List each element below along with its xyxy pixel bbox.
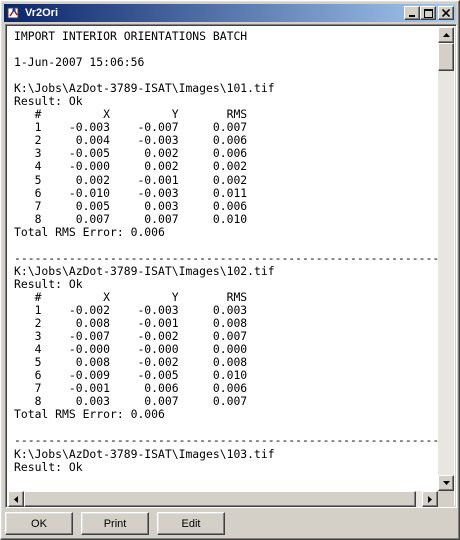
minimize-button[interactable] [404,6,420,20]
window-title: Vr2Ori [25,7,59,19]
vertical-scroll-thumb[interactable] [438,43,454,71]
report-line: Total RMS Error: 0.006 [14,224,165,239]
report-line: Total RMS Error: 0.006 [14,407,165,422]
horizontal-scrollbar[interactable] [8,491,438,507]
report-line: ----------------------------------------… [14,433,438,448]
report-line: 8 0.007 0.007 0.010 [14,211,248,226]
report-line: 1-Jun-2007 15:06:56 [14,55,145,70]
arrow-left-icon [14,495,18,503]
report-text: IMPORT INTERIOR ORIENTATIONS BATCH 1-Jun… [8,27,438,474]
minimize-icon [409,15,415,17]
ok-button[interactable]: OK [5,512,73,535]
report-line: K:\Jobs\AzDot-3789-ISAT\Images\102.tif [14,263,275,278]
arrow-down-icon [442,481,450,485]
close-icon [442,9,450,17]
report-panel: IMPORT INTERIOR ORIENTATIONS BATCH 1-Jun… [5,24,457,508]
vertical-scrollbar[interactable] [438,27,454,491]
edit-button[interactable]: Edit [157,512,225,535]
report-line: IMPORT INTERIOR ORIENTATIONS BATCH [14,29,248,43]
title-bar[interactable]: Vr2Ori [4,4,456,22]
maximize-icon [423,8,433,18]
print-button[interactable]: Print [81,512,149,535]
scroll-left-button[interactable] [8,491,24,507]
report-line [14,239,438,252]
maximize-button[interactable] [420,6,436,20]
report-text-area[interactable]: IMPORT INTERIOR ORIENTATIONS BATCH 1-Jun… [8,27,438,491]
arrow-up-icon [442,33,450,37]
report-line: Result: Ok [14,459,83,474]
button-bar: OK Print Edit [5,512,457,536]
scroll-right-button[interactable] [422,491,438,507]
report-line: K:\Jobs\AzDot-3789-ISAT\Images\103.tif [14,446,275,461]
report-line: 7 0.005 0.003 0.006 [14,198,248,213]
report-line: ----------------------------------------… [14,250,438,265]
report-line: 5 0.002 -0.001 0.002 [14,172,248,187]
app-icon[interactable] [7,6,21,20]
arrow-right-icon [428,495,432,503]
report-line: Result: Ok [14,276,83,291]
horizontal-scroll-thumb[interactable] [24,491,416,507]
main-window: Vr2Ori IMPORT INTERIOR ORIENTATIONS BATC… [0,0,460,540]
report-line: 4 -0.000 0.002 0.002 [14,159,248,174]
scrollbar-corner [438,491,454,507]
report-line: 6 -0.010 -0.003 0.011 [14,185,248,200]
scroll-down-button[interactable] [438,475,454,491]
close-button[interactable] [438,6,454,20]
scroll-up-button[interactable] [438,27,454,43]
